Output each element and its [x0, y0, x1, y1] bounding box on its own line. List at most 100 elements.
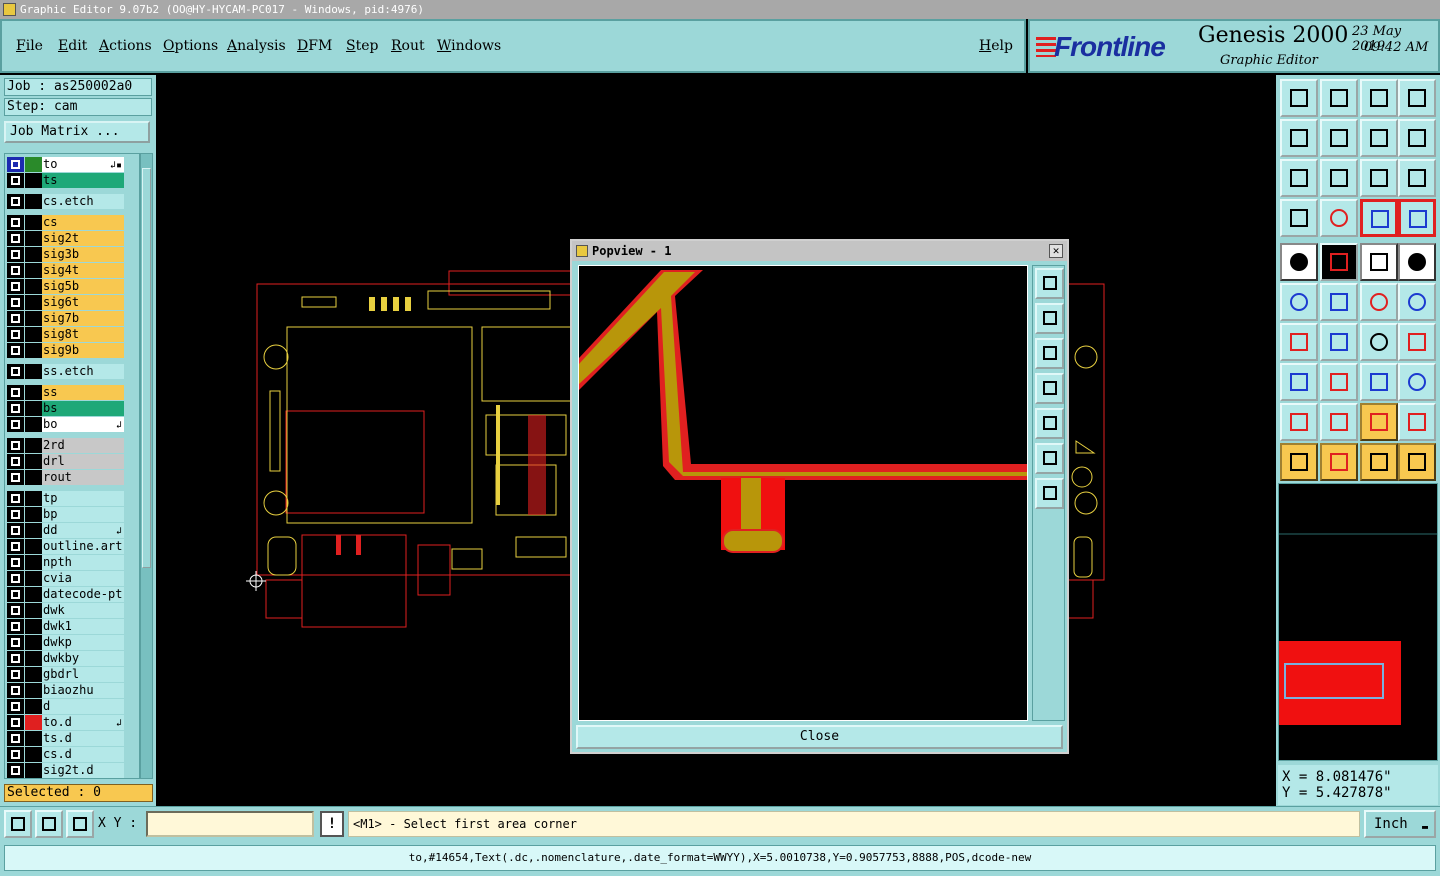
layer-row[interactable]: biaozhu: [5, 683, 139, 698]
layer-checkbox[interactable]: [7, 587, 24, 602]
tool-redraw[interactable]: [1398, 119, 1436, 157]
layer-row[interactable]: sig2t.d: [5, 763, 139, 778]
menu-analysis[interactable]: Analysis: [227, 38, 286, 54]
layer-checkbox[interactable]: [7, 173, 24, 188]
tool-resize[interactable]: [1360, 363, 1398, 401]
layer-name[interactable]: cs.etch: [42, 194, 124, 209]
layer-checkbox[interactable]: [7, 401, 24, 416]
popview-pan-right-button[interactable]: [1035, 408, 1064, 439]
layer-color-swatch[interactable]: [25, 295, 42, 310]
layer-name[interactable]: cvia: [42, 571, 124, 586]
tool-settings[interactable]: [1280, 199, 1318, 237]
layer-name[interactable]: biaozhu: [42, 683, 124, 698]
angle-snap-button[interactable]: [35, 810, 63, 838]
layer-row[interactable]: cs.d: [5, 747, 139, 762]
tool-connect[interactable]: [1280, 283, 1318, 321]
layer-row[interactable]: 2rd: [5, 438, 139, 453]
overview-map[interactable]: [1278, 483, 1438, 761]
layer-color-swatch[interactable]: [25, 699, 42, 714]
layer-color-swatch[interactable]: [25, 247, 42, 262]
xy-input[interactable]: [146, 811, 314, 837]
menu-step[interactable]: Step: [346, 38, 378, 54]
tool-add-circle[interactable]: [1398, 243, 1436, 281]
layer-color-swatch[interactable]: [25, 470, 42, 485]
layer-checkbox[interactable]: [7, 327, 24, 342]
layer-checkbox[interactable]: [7, 715, 24, 730]
layer-name[interactable]: 2rd: [42, 438, 124, 453]
tool-home[interactable]: [1360, 79, 1398, 117]
layer-checkbox[interactable]: [7, 343, 24, 358]
layer-row[interactable]: npth: [5, 555, 139, 570]
layer-name[interactable]: sig4t: [42, 263, 124, 278]
layer-name[interactable]: sig2t.d: [42, 763, 124, 778]
layer-name[interactable]: bp: [42, 507, 124, 522]
layer-name[interactable]: datecode-pt: [42, 587, 124, 602]
layer-checkbox[interactable]: [7, 555, 24, 570]
menu-file[interactable]: File: [16, 38, 43, 54]
layer-checkbox[interactable]: [7, 747, 24, 762]
tool-zoom-center[interactable]: [1320, 159, 1358, 197]
tool-move-node[interactable]: [1360, 283, 1398, 321]
layer-row[interactable]: cs: [5, 215, 139, 230]
layer-checkbox[interactable]: [7, 491, 24, 506]
tool-triangle[interactable]: [1280, 403, 1318, 441]
layer-checkbox[interactable]: [7, 279, 24, 294]
layer-checkbox[interactable]: [7, 603, 24, 618]
layer-name[interactable]: ts: [42, 173, 124, 188]
layer-checkbox[interactable]: [7, 263, 24, 278]
popview-pan-left-button[interactable]: [1035, 373, 1064, 404]
close-icon[interactable]: ✕: [1049, 244, 1063, 258]
popview-window[interactable]: Popview - 1 ✕ Close: [570, 239, 1069, 754]
layer-color-swatch[interactable]: [25, 555, 42, 570]
layer-color-swatch[interactable]: [25, 279, 42, 294]
layer-name[interactable]: rout: [42, 470, 124, 485]
layer-row[interactable]: sig8t: [5, 327, 139, 342]
menu-actions[interactable]: Actions: [99, 38, 152, 54]
tool-add-node[interactable]: [1398, 283, 1436, 321]
layer-name[interactable]: sig5b: [42, 279, 124, 294]
tool-add-line[interactable]: [1320, 243, 1358, 281]
layer-checkbox[interactable]: [7, 438, 24, 453]
alert-button[interactable]: !: [320, 811, 344, 837]
tool-query[interactable]: [1398, 159, 1436, 197]
scroll-thumb[interactable]: [142, 168, 151, 568]
layer-row[interactable]: ts.d: [5, 731, 139, 746]
menu-dfm[interactable]: DFM: [297, 38, 332, 54]
popview-pan-up-button[interactable]: [1035, 303, 1064, 334]
layer-color-swatch[interactable]: [25, 343, 42, 358]
tool-down[interactable]: [1320, 79, 1358, 117]
layer-checkbox[interactable]: [7, 683, 24, 698]
layer-color-swatch[interactable]: [25, 157, 42, 172]
layer-checkbox[interactable]: [7, 571, 24, 586]
layer-row[interactable]: dwk: [5, 603, 139, 618]
layer-color-swatch[interactable]: [25, 401, 42, 416]
layer-name[interactable]: sig2t: [42, 231, 124, 246]
layer-row[interactable]: bo ↲: [5, 417, 139, 432]
layer-name[interactable]: dd ↲: [42, 523, 124, 538]
layer-row[interactable]: cvia: [5, 571, 139, 586]
layer-checkbox[interactable]: [7, 215, 24, 230]
layer-row[interactable]: sig5b: [5, 279, 139, 294]
layer-color-swatch[interactable]: [25, 364, 42, 379]
layer-name[interactable]: sig6t: [42, 295, 124, 310]
layer-name[interactable]: npth: [42, 555, 124, 570]
layer-row[interactable]: sig2t: [5, 231, 139, 246]
layer-name[interactable]: bo ↲: [42, 417, 124, 432]
popview-zoom-out-button[interactable]: [1035, 443, 1064, 474]
layer-checkbox[interactable]: [7, 651, 24, 666]
layer-color-swatch[interactable]: [25, 311, 42, 326]
layer-checkbox[interactable]: [7, 247, 24, 262]
layer-name[interactable]: bs: [42, 401, 124, 416]
layer-row[interactable]: d: [5, 699, 139, 714]
layer-name[interactable]: dwkp: [42, 635, 124, 650]
layer-checkbox[interactable]: [7, 539, 24, 554]
layer-name[interactable]: d: [42, 699, 124, 714]
layer-name[interactable]: outline.art: [42, 539, 124, 554]
layer-color-swatch[interactable]: [25, 571, 42, 586]
layer-name[interactable]: to.d ↲: [42, 715, 124, 730]
tool-pan-right[interactable]: [1320, 119, 1358, 157]
layer-color-swatch[interactable]: [25, 747, 42, 762]
layer-color-swatch[interactable]: [25, 715, 42, 730]
tool-surface-edit[interactable]: [1398, 403, 1436, 441]
layer-checkbox[interactable]: [7, 454, 24, 469]
